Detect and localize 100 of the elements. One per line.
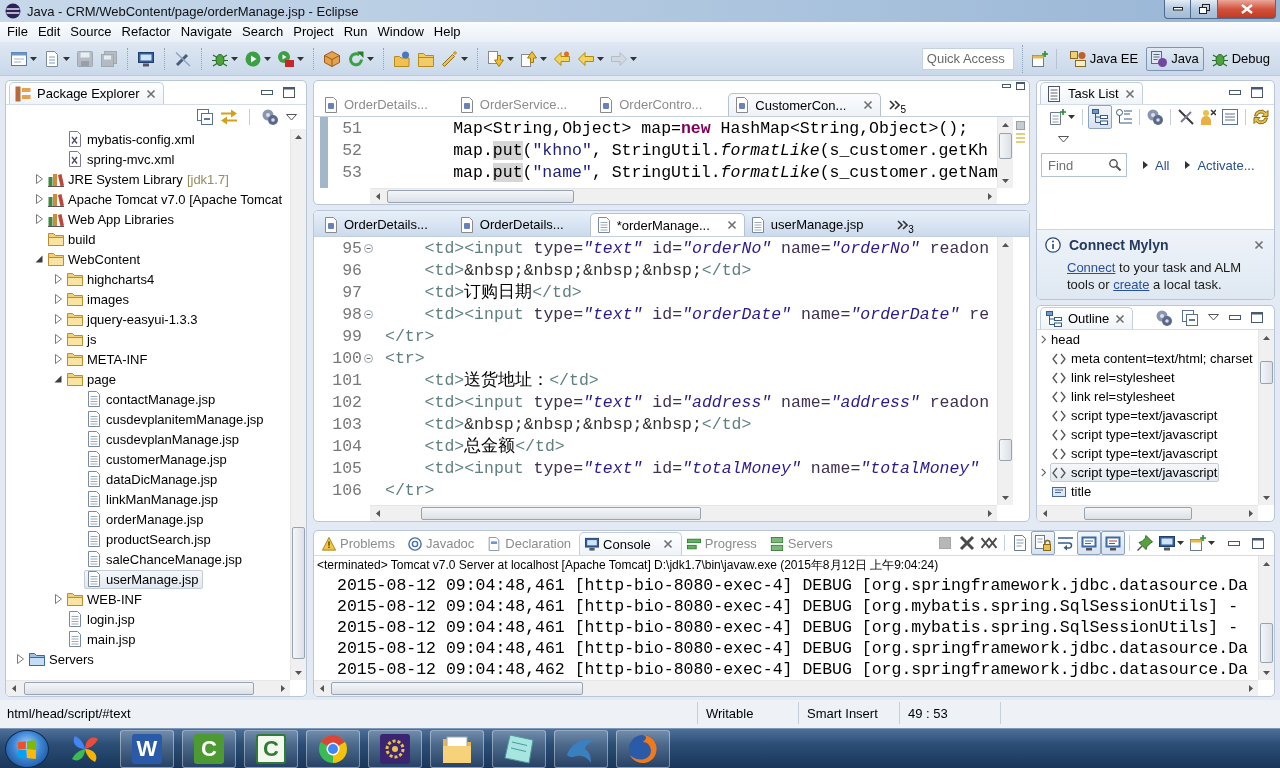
dropdown-caret-icon[interactable]: [30, 56, 37, 61]
vertical-scrollbar[interactable]: [997, 117, 1013, 188]
start-button[interactable]: [5, 729, 49, 768]
window-plus-icon[interactable]: [1190, 535, 1206, 551]
view-tab[interactable]: Task List: [1040, 82, 1143, 104]
scrollbar-thumb[interactable]: [331, 682, 583, 695]
view-menu-icon[interactable]: [1208, 314, 1219, 321]
close-icon[interactable]: [726, 220, 737, 230]
outline-item[interactable]: head: [1049, 330, 1082, 349]
editor-tab[interactable]: OrderDetails...: [453, 213, 590, 236]
expand-arrow-icon[interactable]: [35, 255, 43, 263]
scroll-down-icon[interactable]: [295, 670, 302, 675]
close-icon[interactable]: [145, 88, 156, 99]
dropdown-caret-icon[interactable]: [264, 56, 271, 61]
console-tab[interactable]: Servers: [764, 532, 841, 555]
tree-item[interactable]: JRE System Library [jdk1.7]: [46, 169, 233, 189]
tree-item[interactable]: WEB-INF: [65, 589, 146, 609]
editor-tab[interactable]: userManage.jsp: [744, 213, 890, 236]
folder-dot-icon[interactable]: [394, 50, 410, 67]
view-menu-icon[interactable]: [286, 113, 297, 121]
link[interactable]: create: [1113, 277, 1150, 292]
tree-item[interactable]: highcharts4: [65, 269, 159, 289]
dropdown-caret-icon[interactable]: [63, 56, 70, 61]
tree-item[interactable]: images: [65, 289, 133, 309]
down-arrow-icon[interactable]: [488, 50, 504, 67]
minimize-icon[interactable]: [1229, 90, 1241, 95]
tree-item[interactable]: linkManManage.jsp: [84, 489, 222, 509]
close-icon[interactable]: [1115, 313, 1126, 324]
overflow-button[interactable]: 5: [885, 93, 910, 116]
scroll-right-icon[interactable]: [987, 193, 992, 200]
scroll-down-icon[interactable]: [1002, 178, 1009, 183]
scrollbar-thumb[interactable]: [292, 527, 305, 659]
scrollbar-thumb[interactable]: [999, 439, 1012, 461]
filter-link[interactable]: Activate...: [1185, 157, 1255, 173]
horizontal-scrollbar[interactable]: [370, 188, 997, 204]
menu-item[interactable]: Navigate: [175, 22, 237, 42]
dropdown-caret-icon[interactable]: [597, 56, 604, 61]
perspective-button[interactable]: Debug: [1206, 46, 1275, 71]
search-icon[interactable]: [1109, 159, 1121, 171]
dropdown-caret-icon[interactable]: [1068, 115, 1075, 119]
outline-item[interactable]: meta content=text/html; charset: [1050, 349, 1255, 368]
tree-item[interactable]: page: [65, 369, 120, 389]
tree-item[interactable]: cusdevplanitemManage.jsp: [84, 409, 268, 429]
scrollbar-thumb[interactable]: [421, 507, 701, 520]
maximize-icon[interactable]: [283, 87, 295, 98]
taskbar-button[interactable]: C: [182, 729, 236, 768]
scroll-up-icon[interactable]: [1002, 242, 1009, 247]
tree-icon[interactable]: [1088, 105, 1112, 129]
close-icon[interactable]: [863, 100, 874, 110]
scroll-down-icon[interactable]: [1002, 495, 1009, 500]
menu-item[interactable]: Help: [428, 22, 466, 42]
outline-item[interactable]: script type=text/javascript: [1050, 463, 1220, 482]
minimize-icon[interactable]: [261, 90, 273, 95]
tree-item[interactable]: js: [65, 329, 101, 349]
minimize-icon[interactable]: [1002, 84, 1011, 88]
scroll-down-icon[interactable]: [1263, 670, 1270, 675]
outline-item[interactable]: link rel=stylesheet: [1050, 387, 1177, 406]
scroll-up-icon[interactable]: [295, 134, 302, 139]
circles-icon[interactable]: [262, 109, 278, 125]
scrollbar-thumb[interactable]: [1084, 507, 1192, 520]
outline-item[interactable]: script type=text/javascript: [1050, 406, 1220, 425]
scroll-up-icon[interactable]: [1002, 122, 1009, 127]
outline-item[interactable]: title: [1050, 482, 1094, 501]
document-plus-icon[interactable]: [1050, 109, 1066, 125]
scroll-left-icon[interactable]: [375, 193, 380, 200]
tree-item[interactable]: userManage.jsp: [84, 569, 203, 589]
monitor-icon[interactable]: [1101, 531, 1125, 555]
close-button[interactable]: [1218, 0, 1276, 19]
scroll-right-icon[interactable]: [280, 685, 285, 692]
maximize-icon[interactable]: [1252, 537, 1264, 549]
tree-item[interactable]: spring-mvc.xml: [65, 149, 179, 169]
up-arrow-icon[interactable]: [521, 50, 537, 67]
horizontal-scrollbar[interactable]: [314, 680, 1258, 696]
vertical-scrollbar[interactable]: [1258, 330, 1274, 505]
scroll-up-icon[interactable]: [1263, 561, 1270, 566]
tree-item[interactable]: productSearch.jsp: [84, 529, 215, 549]
fold-icon[interactable]: [363, 353, 373, 363]
scroll-right-icon[interactable]: [1248, 510, 1253, 517]
perspective-button[interactable]: Java: [1146, 46, 1204, 71]
window-icon[interactable]: [11, 50, 27, 67]
scrollbar-thumb[interactable]: [999, 133, 1012, 159]
tree-item[interactable]: contactManage.jsp: [84, 389, 220, 409]
sync-icon[interactable]: [1253, 109, 1269, 125]
horizontal-scrollbar[interactable]: [1037, 505, 1258, 521]
menu-item[interactable]: Edit: [32, 22, 66, 42]
circles-icon[interactable]: [1156, 309, 1172, 326]
quick-access-field[interactable]: Quick Access: [921, 47, 1014, 70]
menu-item[interactable]: Window: [372, 22, 429, 42]
collapse-all-icon[interactable]: [1182, 309, 1198, 326]
taskbar-button[interactable]: [554, 729, 608, 768]
list-icon[interactable]: [1116, 109, 1132, 125]
tree-item[interactable]: dataDicManage.jsp: [84, 469, 222, 489]
tree-item[interactable]: WebContent: [46, 249, 145, 269]
taskbar-button[interactable]: C: [244, 729, 298, 768]
find-field[interactable]: Find: [1041, 153, 1127, 177]
tree-item[interactable]: login.jsp: [65, 609, 139, 629]
editor-tab[interactable]: CustomerCon...: [728, 93, 882, 116]
outline-item[interactable]: script type=text/javascript: [1050, 444, 1220, 463]
taskbar-button[interactable]: [616, 729, 670, 768]
double-x-icon[interactable]: [981, 535, 997, 551]
